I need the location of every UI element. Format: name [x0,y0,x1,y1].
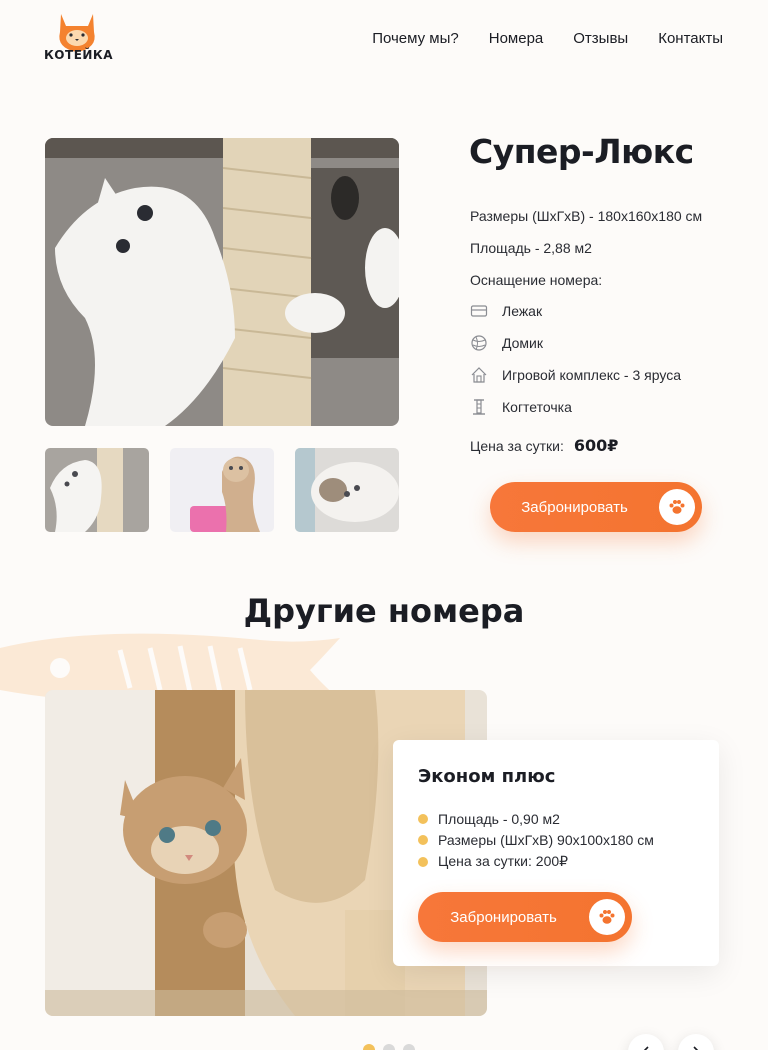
card-item: Площадь - 0,90 м2 [418,811,560,827]
thumbnail-2[interactable] [170,448,274,532]
other-rooms-title: Другие номера [243,592,525,630]
bed-icon [470,305,488,317]
card-item-text: Цена за сутки: 200₽ [438,853,569,869]
price-row: Цена за сутки: 600₽ [470,436,618,455]
card-item-text: Размеры (ШхГхВ) 90х100х180 см [438,832,654,848]
thumbnail-3[interactable] [295,448,399,532]
nav-item-why-us[interactable]: Почему мы? [372,30,459,47]
brand-name: КОТЕЙКА [44,48,114,62]
book-button-label: Забронировать [521,498,628,516]
feature-label: Когтеточка [502,399,572,415]
main-nav: Почему мы? Номера Отзывы Контакты [372,30,723,47]
nav-item-rooms[interactable]: Номера [489,30,544,47]
pager-dot[interactable] [403,1044,415,1050]
bullet-dot-icon [418,814,428,824]
feature-item: Домик [470,334,543,352]
chevron-left-icon [643,1046,649,1050]
equipment-label: Оснащение номера: [470,272,603,288]
room-card: Эконом плюс Площадь - 0,90 м2 Размеры (Ш… [393,740,719,966]
bullet-dot-icon [418,835,428,845]
card-item: Цена за сутки: 200₽ [418,853,568,870]
paw-icon [589,899,625,935]
pager-dot[interactable] [383,1044,395,1050]
carousel-prev-button[interactable] [628,1034,664,1050]
carousel-next-button[interactable] [678,1034,714,1050]
nav-item-reviews[interactable]: Отзывы [573,30,628,47]
book-button[interactable]: Забронировать [490,482,702,532]
thumbnail-1[interactable] [45,448,149,532]
room-main-photo [45,138,399,426]
feature-item: Лежак [470,302,542,320]
feature-label: Лежак [502,303,543,319]
scratching-post-icon [473,399,485,415]
room-area: Площадь - 2,88 м2 [470,240,592,256]
price-label: Цена за сутки: [470,438,564,454]
chevron-right-icon [693,1046,699,1050]
card-item: Размеры (ШхГхВ) 90х100х180 см [418,832,654,848]
feature-item: Игровой комплекс - 3 яруса [470,366,681,384]
pager-dot[interactable] [363,1044,375,1050]
room-title: Супер-Люкс [469,132,694,171]
card-book-button-label: Забронировать [450,908,557,926]
price-value: 600₽ [573,436,619,455]
yarn-ball-icon [471,335,487,351]
paw-icon [659,489,695,525]
card-item-text: Площадь - 0,90 м2 [438,811,560,827]
feature-item: Когтеточка [470,398,572,416]
card-book-button[interactable]: Забронировать [418,892,632,942]
house-icon [471,367,487,383]
feature-label: Игровой комплекс - 3 яруса [502,367,681,383]
nav-item-contacts[interactable]: Контакты [658,30,723,47]
card-title: Эконом плюс [418,766,556,787]
carousel-pager [363,1044,415,1050]
bullet-dot-icon [418,856,428,867]
feature-label: Домик [502,335,543,351]
room-size: Размеры (ШхГхВ) - 180х160х180 см [470,208,703,224]
